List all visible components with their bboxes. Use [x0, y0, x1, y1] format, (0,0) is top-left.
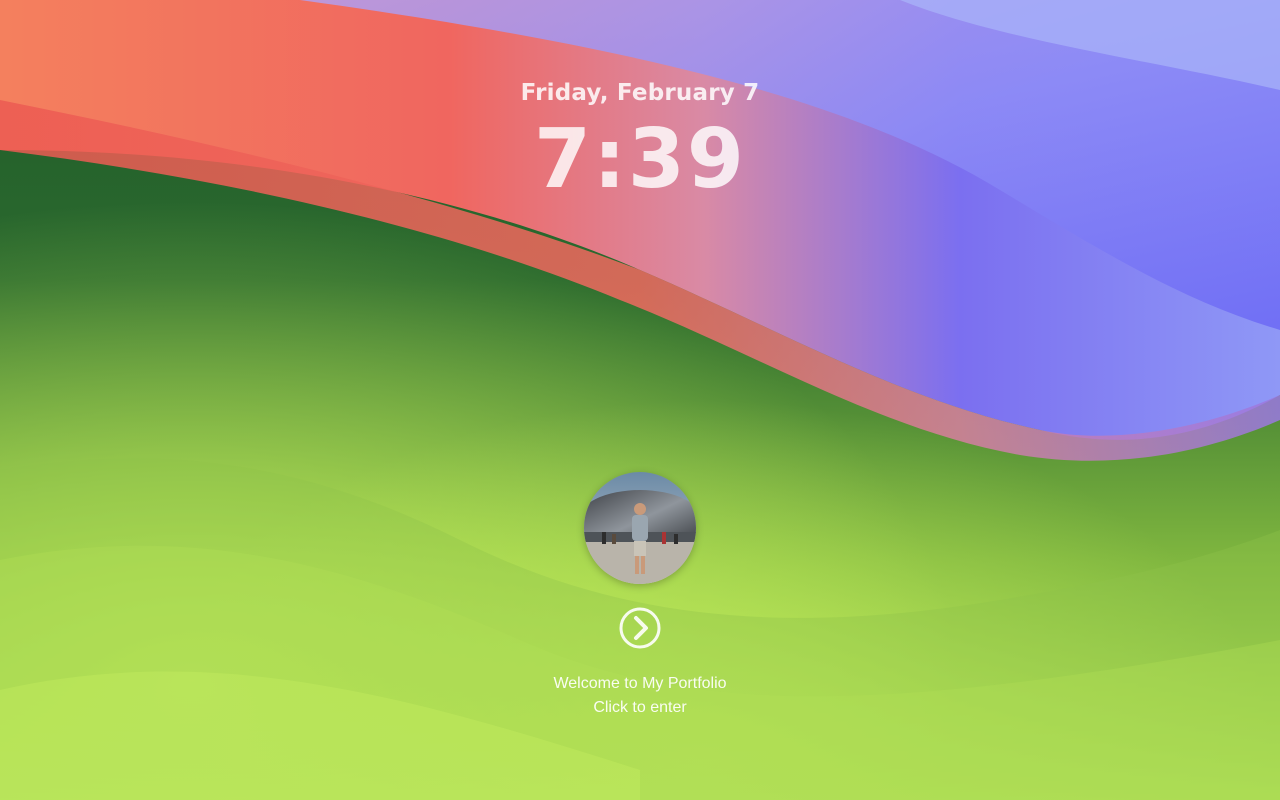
- click-to-enter-text[interactable]: Click to enter: [0, 699, 1280, 717]
- welcome-text: Welcome to My Portfolio: [553, 675, 727, 692]
- avatar-photo: [584, 472, 696, 584]
- lock-time: 7:39: [534, 112, 746, 207]
- avatar[interactable]: [584, 472, 696, 584]
- lock-date: Friday, February 7: [520, 80, 760, 106]
- chevron-right-circle-icon: [619, 607, 661, 649]
- enter-button[interactable]: [619, 607, 661, 649]
